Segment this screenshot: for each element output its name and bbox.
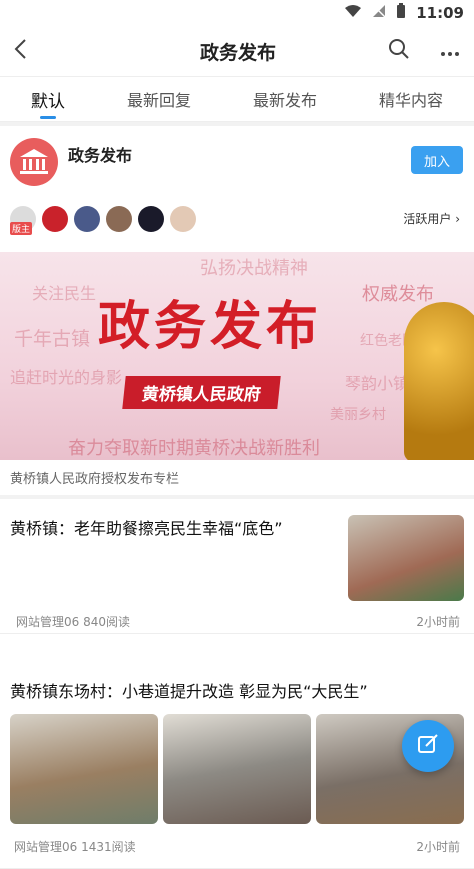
forum-header: 政务发布 加入 版主 活跃用户 › bbox=[0, 126, 474, 252]
top-nav: 政务发布 bbox=[0, 26, 474, 77]
status-bar: 11:09 bbox=[0, 0, 474, 26]
post-card[interactable]: 黄桥镇：老年助餐擦亮民生幸福“底色” 网站管理06 840阅读 2小时前 bbox=[0, 499, 474, 634]
tab-latest-post[interactable]: 最新发布 bbox=[253, 77, 317, 121]
edit-icon bbox=[416, 732, 440, 760]
join-button[interactable]: 加入 bbox=[411, 146, 463, 174]
golden-lion-image bbox=[404, 302, 474, 460]
tab-featured[interactable]: 精华内容 bbox=[379, 77, 443, 121]
signal-off-icon bbox=[372, 4, 386, 22]
forum-description: 黄桥镇人民政府授权发布专栏 bbox=[10, 472, 180, 487]
forum-name: 政务发布 bbox=[68, 146, 133, 165]
banner-bg-text: 美丽乡村 bbox=[330, 407, 386, 423]
government-building-icon bbox=[10, 138, 58, 186]
wifi-icon bbox=[344, 4, 362, 22]
moderator-badge: 版主 bbox=[10, 222, 33, 235]
tab-latest-reply[interactable]: 最新回复 bbox=[127, 77, 191, 121]
battery-icon bbox=[396, 3, 406, 23]
page-title: 政务发布 bbox=[199, 41, 276, 64]
post-author-reads: 网站管理06 840阅读 bbox=[16, 615, 130, 629]
banner-subtitle: 黄桥镇人民政府 bbox=[122, 376, 281, 409]
post-time: 2小时前 bbox=[416, 840, 460, 854]
active-users-link[interactable]: 活跃用户 › bbox=[403, 210, 460, 227]
avatar[interactable] bbox=[170, 206, 196, 232]
tab-bar: 默认 最新回复 最新发布 精华内容 bbox=[0, 77, 474, 122]
chevron-right-icon: › bbox=[455, 212, 460, 226]
post-card[interactable]: 黄桥镇东场村：小巷道提升改造 彰显为民“大民生” 网站管理06 1431阅读 2… bbox=[0, 664, 474, 869]
post-author-reads: 网站管理06 1431阅读 bbox=[14, 840, 136, 854]
avatar[interactable] bbox=[138, 206, 164, 232]
banner-bg-text: 关注民生 bbox=[32, 284, 97, 303]
avatar[interactable] bbox=[74, 206, 100, 232]
more-icon[interactable] bbox=[440, 42, 460, 61]
banner-title: 政务发布 bbox=[98, 296, 323, 357]
banner-bg-text: 追赶时光的身影 bbox=[10, 368, 123, 387]
compose-button[interactable] bbox=[402, 720, 454, 772]
post-title: 黄桥镇：老年助餐擦亮民生幸福“底色” bbox=[10, 519, 283, 538]
post-meta: 网站管理06 840阅读 2小时前 bbox=[12, 613, 464, 630]
member-avatars: 版主 bbox=[10, 206, 196, 235]
post-meta: 网站管理06 1431阅读 2小时前 bbox=[10, 838, 464, 855]
banner-bg-text: 琴韵小镇 bbox=[345, 374, 410, 393]
banner-bg-text: 千年古镇 bbox=[14, 328, 91, 350]
active-users-label: 活跃用户 bbox=[403, 212, 452, 226]
banner-bg-text: 权威发布 bbox=[362, 284, 434, 305]
post-title: 黄桥镇东场村：小巷道提升改造 彰显为民“大民生” bbox=[10, 682, 368, 701]
post-images bbox=[10, 714, 464, 824]
avatar[interactable] bbox=[106, 206, 132, 232]
avatar[interactable]: 版主 bbox=[10, 206, 36, 235]
clock: 11:09 bbox=[416, 4, 464, 22]
post-time: 2小时前 bbox=[416, 615, 460, 629]
banner-bg-text: 弘扬决战精神 bbox=[200, 258, 308, 279]
avatar[interactable] bbox=[42, 206, 68, 232]
search-icon[interactable] bbox=[388, 38, 410, 64]
post-thumbnail bbox=[348, 515, 464, 601]
back-icon[interactable] bbox=[14, 38, 28, 64]
post-image bbox=[10, 714, 158, 824]
forum-banner: 关注民生 弘扬决战精神 权威发布 千年古镇 追赶时光的身影 红色老区 琴韵小镇 … bbox=[0, 252, 474, 460]
tab-default[interactable]: 默认 bbox=[31, 77, 65, 121]
post-image bbox=[163, 714, 311, 824]
banner-bg-text: 奋力夺取新时期黄桥决战新胜利 bbox=[68, 438, 320, 459]
